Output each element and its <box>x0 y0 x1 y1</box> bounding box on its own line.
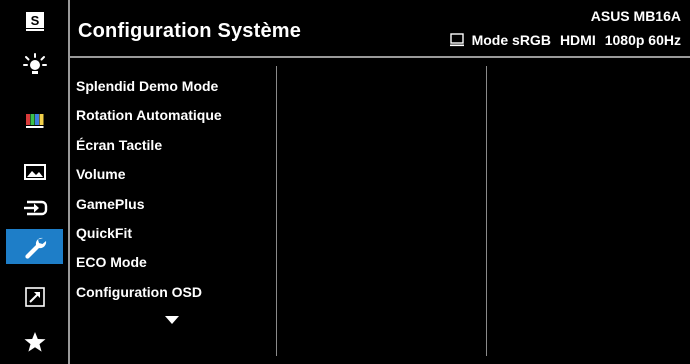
menu-item-volume[interactable]: Volume <box>76 160 266 189</box>
status-input: HDMI <box>559 32 596 48</box>
column-divider-2 <box>486 66 487 356</box>
menu-item-gameplus[interactable]: GamePlus <box>76 190 266 219</box>
settings-menu: Splendid Demo Mode Rotation Automatique … <box>76 72 266 307</box>
page-title: Configuration Système <box>78 20 302 42</box>
header: Configuration Système ASUS MB16A Mode sR… <box>70 0 690 57</box>
blue-light-filter-icon[interactable] <box>6 46 63 81</box>
input-select-icon[interactable] <box>6 190 63 225</box>
model-name: ASUS MB16A <box>590 8 681 24</box>
column-divider-1 <box>276 66 277 356</box>
menu-item-eco-mode[interactable]: ECO Mode <box>76 248 266 277</box>
splendid-s-icon[interactable]: S <box>6 3 63 38</box>
splendid-s-label: S <box>30 13 39 28</box>
status-bar: Mode sRGB HDMI 1080p 60Hz <box>449 32 681 48</box>
monitor-icon <box>449 33 464 47</box>
menu-item-splendid-demo-mode[interactable]: Splendid Demo Mode <box>76 72 266 101</box>
menu-item-configuration-osd[interactable]: Configuration OSD <box>76 278 266 307</box>
image-icon[interactable] <box>6 154 63 189</box>
status-mode: Mode sRGB <box>471 32 551 48</box>
status-resolution: 1080p 60Hz <box>604 32 681 48</box>
menu-item-rotation-automatique[interactable]: Rotation Automatique <box>76 101 266 130</box>
wrench-icon[interactable] <box>6 229 63 264</box>
star-icon[interactable] <box>6 324 63 359</box>
menu-item-quickfit[interactable]: QuickFit <box>76 219 266 248</box>
shortcut-icon[interactable] <box>6 279 63 314</box>
icon-rail: S <box>0 0 68 364</box>
osd-window: S Configuration Système ASUS MB16A Mode … <box>0 0 690 364</box>
header-divider <box>70 56 690 58</box>
menu-item-ecran-tactile[interactable]: Écran Tactile <box>76 131 266 160</box>
triangle-down-icon[interactable] <box>165 316 179 324</box>
color-bars-icon[interactable] <box>6 102 63 137</box>
